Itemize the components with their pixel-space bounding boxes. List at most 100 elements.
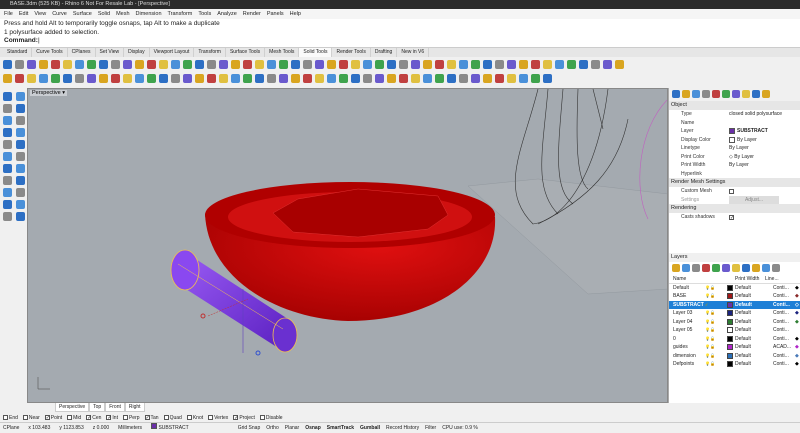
tool-icon[interactable]: [363, 59, 372, 69]
tool-icon[interactable]: [495, 73, 504, 83]
layer-name[interactable]: BASE: [669, 292, 705, 301]
tool-icon[interactable]: [3, 73, 12, 83]
panel-icon[interactable]: [722, 264, 730, 272]
tool-icon[interactable]: [15, 59, 24, 69]
tool-icon[interactable]: [447, 59, 456, 69]
layer-visibility-lock-icons[interactable]: 💡🔓: [705, 335, 727, 344]
layer-visibility-lock-icons[interactable]: 💡🔓: [705, 360, 727, 369]
layer-color-swatch[interactable]: [727, 318, 733, 325]
tool-icon[interactable]: [303, 73, 312, 83]
panel-icon[interactable]: [672, 90, 680, 98]
layer-color-swatch[interactable]: [727, 335, 733, 342]
layer-color-swatch[interactable]: [727, 284, 733, 291]
tool-icon[interactable]: [16, 212, 25, 221]
layer-row[interactable]: SUBSTRACT ✓ Default Conti... ◇: [669, 300, 800, 310]
tool-icon[interactable]: [375, 73, 384, 83]
osnap-checkbox[interactable]: [86, 414, 92, 420]
tool-icon[interactable]: [111, 73, 120, 83]
layer-material-icon[interactable]: ◆: [795, 309, 799, 318]
panel-icon[interactable]: [762, 264, 770, 272]
tool-icon[interactable]: [339, 59, 348, 69]
tool-icon[interactable]: [3, 116, 12, 125]
viewport-menu-icon[interactable]: ▾: [62, 90, 65, 96]
tool-icon[interactable]: [483, 59, 492, 69]
tool-icon[interactable]: [303, 59, 312, 69]
tool-icon[interactable]: [3, 212, 12, 221]
tool-icon[interactable]: [543, 73, 552, 83]
layer-linetype[interactable]: Conti...: [773, 318, 795, 327]
layer-material-icon[interactable]: ◇: [795, 326, 799, 335]
osnap-int[interactable]: Int: [106, 415, 118, 421]
layer-print-width[interactable]: Default: [735, 309, 773, 318]
tool-icon[interactable]: [16, 200, 25, 209]
tool-icon[interactable]: [123, 73, 132, 83]
osnap-checkbox[interactable]: [67, 414, 73, 420]
tool-icon[interactable]: [279, 73, 288, 83]
tool-icon[interactable]: [531, 59, 540, 69]
panel-icon[interactable]: [692, 264, 700, 272]
layer-linetype[interactable]: Conti...: [773, 360, 795, 369]
tab-transform[interactable]: Transform: [194, 48, 226, 57]
status-ortho[interactable]: Ortho: [266, 423, 279, 433]
tool-icon[interactable]: [579, 59, 588, 69]
tool-icon[interactable]: [16, 104, 25, 113]
tool-icon[interactable]: [3, 128, 12, 137]
tool-icon[interactable]: [87, 59, 96, 69]
tool-icon[interactable]: [75, 59, 84, 69]
layer-visibility-lock-icons[interactable]: 💡🔓: [705, 352, 727, 361]
tool-icon[interactable]: [99, 73, 108, 83]
layer-material-icon[interactable]: ◆: [795, 318, 799, 327]
property-value[interactable]: By Layer: [729, 136, 800, 145]
layer-row[interactable]: Layer 04 💡🔓 Default Conti... ◆: [669, 318, 800, 327]
tool-icon[interactable]: [327, 73, 336, 83]
tab-cplanes[interactable]: CPlanes: [68, 48, 96, 57]
osnap-checkbox[interactable]: [106, 414, 112, 420]
osnap-point[interactable]: Point: [44, 415, 62, 421]
tab-curve-tools[interactable]: Curve Tools: [32, 48, 68, 57]
layer-print-width[interactable]: Default: [735, 352, 773, 361]
layer-linetype[interactable]: Conti...: [773, 301, 795, 310]
tool-icon[interactable]: [3, 164, 12, 173]
panel-icon[interactable]: [682, 90, 690, 98]
tool-icon[interactable]: [339, 73, 348, 83]
layer-row[interactable]: 0 💡🔓 Default Conti... ◆: [669, 335, 800, 344]
tool-icon[interactable]: [219, 73, 228, 83]
tool-icon[interactable]: [363, 73, 372, 83]
layer-visibility-lock-icons[interactable]: ✓: [705, 301, 727, 310]
tool-icon[interactable]: [16, 140, 25, 149]
tool-icon[interactable]: [483, 73, 492, 83]
status-osnap[interactable]: Osnap: [305, 423, 321, 433]
layer-row[interactable]: guides 💡🔓 Default ACAD... ◆: [669, 343, 800, 352]
menu-analyze[interactable]: Analyze: [217, 9, 237, 19]
layer-print-width[interactable]: Default: [735, 318, 773, 327]
status-smarttrack[interactable]: SmartTrack: [327, 423, 354, 433]
tool-icon[interactable]: [435, 73, 444, 83]
custom-mesh-checkbox[interactable]: [729, 188, 734, 194]
tool-icon[interactable]: [207, 73, 216, 83]
tool-icon[interactable]: [147, 73, 156, 83]
tool-icon[interactable]: [231, 73, 240, 83]
tool-icon[interactable]: [543, 59, 552, 69]
layer-color-swatch[interactable]: [727, 361, 733, 368]
tool-icon[interactable]: [147, 59, 156, 69]
menu-solid[interactable]: Solid: [98, 9, 110, 19]
status-grid-snap[interactable]: Grid Snap: [238, 423, 261, 433]
tool-icon[interactable]: [3, 59, 12, 69]
tool-icon[interactable]: [519, 59, 528, 69]
tool-icon[interactable]: [16, 188, 25, 197]
layer-material-icon[interactable]: ◆: [795, 360, 799, 369]
layer-material-icon[interactable]: ◆: [795, 335, 799, 344]
tool-icon[interactable]: [615, 59, 624, 69]
layer-linetype[interactable]: Conti...: [773, 284, 795, 293]
viewport-tab-right[interactable]: Right: [124, 403, 145, 412]
osnap-checkbox[interactable]: [144, 414, 150, 420]
layer-print-width[interactable]: Default: [735, 326, 773, 335]
layer-material-icon[interactable]: ◆: [795, 284, 799, 293]
tool-icon[interactable]: [423, 59, 432, 69]
osnap-checkbox[interactable]: [186, 414, 192, 420]
tool-icon[interactable]: [195, 59, 204, 69]
tab-mesh-tools[interactable]: Mesh Tools: [265, 48, 300, 57]
tool-icon[interactable]: [591, 59, 600, 69]
layer-material-icon[interactable]: ◆: [795, 352, 799, 361]
tool-icon[interactable]: [51, 73, 60, 83]
